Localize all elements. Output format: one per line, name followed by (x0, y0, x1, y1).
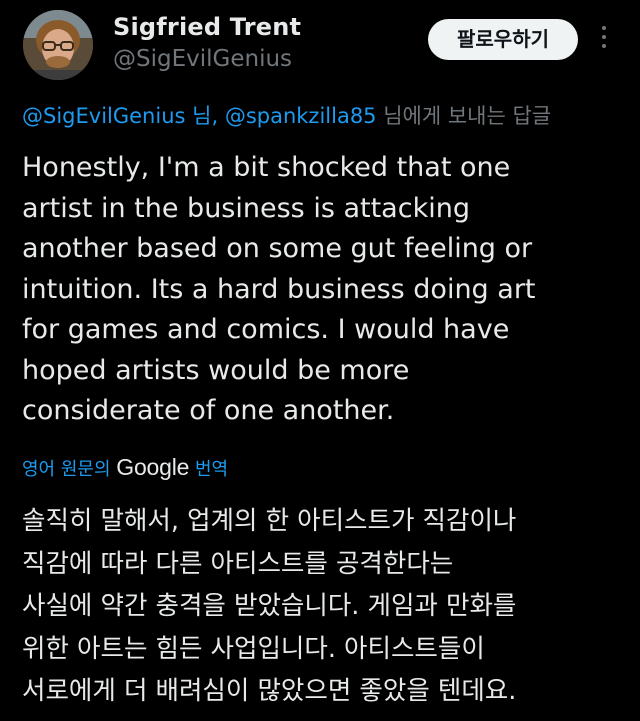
avatar-photo-icon (23, 10, 93, 80)
translated-body: 솔직히 말해서, 업계의 한 아티스트가 직감이나 직감에 따라 다른 아티스트… (22, 500, 632, 713)
tweet-line: Honestly, I'm a bit shocked that one (22, 152, 511, 183)
translation-suffix: 번역 (189, 459, 229, 480)
google-logo-text: Google (116, 454, 190, 480)
translation-attribution-link[interactable]: 영어 원문의 Google 번역 (22, 452, 228, 485)
translated-line: 사실에 약간 충격을 받았습니다. 게임과 만화를 (22, 591, 517, 621)
translated-line: 위한 아트는 힘든 사업입니다. 아티스트들이 (22, 633, 485, 664)
tweet-line: for games and comics. I would have (22, 314, 510, 345)
author-handle[interactable]: @SigEvilGenius (113, 45, 292, 73)
dot (602, 26, 606, 30)
reply-context: @SigEvilGenius 님, @spankzilla85 님에게 보내는 … (22, 100, 640, 132)
translated-line: 솔직히 말해서, 업계의 한 아티스트가 직감이나 (22, 506, 517, 536)
author-display-name[interactable]: Sigfried Trent (113, 12, 301, 42)
author-avatar[interactable] (23, 10, 93, 80)
tweet-line: considerate of one another. (22, 395, 395, 426)
dot (602, 35, 606, 39)
reply-mention-2[interactable]: @spankzilla85 (225, 104, 377, 128)
tweet-line: hoped artists would be more (22, 354, 410, 386)
dot (602, 44, 606, 48)
reply-mention-1[interactable]: @SigEvilGenius 님 (22, 104, 211, 128)
tweet-line: artist in the business is attacking (22, 192, 470, 224)
tweet-body: Honestly, I'm a bit shocked that one art… (22, 148, 622, 432)
follow-button[interactable]: 팔로우하기 (428, 19, 578, 60)
tweet-header: Sigfried Trent @SigEvilGenius 팔로우하기 (0, 0, 640, 92)
more-vertical-icon[interactable] (596, 22, 612, 56)
translated-line: 직감에 따라 다른 아티스트를 공격한다는 (22, 548, 454, 579)
reply-suffix: 님에게 보내는 답글 (376, 104, 552, 128)
tweet-line: intuition. Its a hard business doing art (22, 273, 536, 305)
tweet-line: another based on some gut feeling or (22, 233, 533, 264)
reply-separator: , (211, 104, 225, 128)
translation-prefix: 영어 원문의 (22, 459, 117, 480)
translated-line: 서로에게 더 배려심이 많았으면 좋았을 텐데요. (22, 676, 517, 706)
